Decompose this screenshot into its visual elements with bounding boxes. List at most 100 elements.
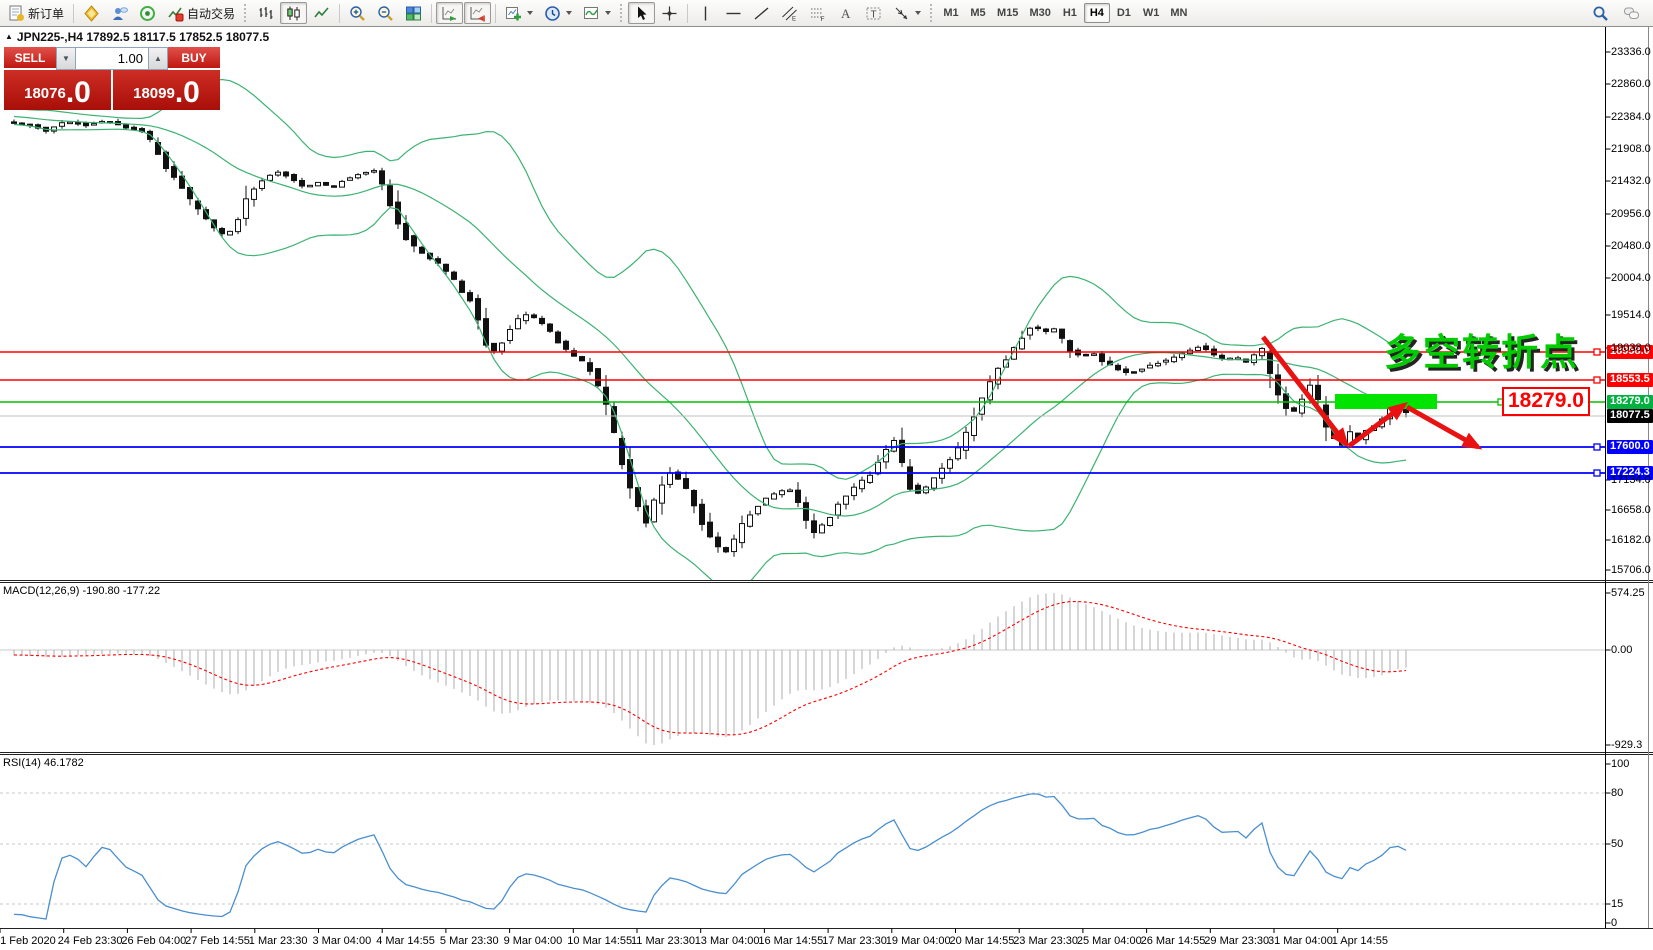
zoom-in-button[interactable] [344, 2, 371, 24]
timeframe-button-m1[interactable]: M1 [938, 3, 964, 23]
horizontal-line-icon [725, 5, 742, 22]
chart-window: 18958.018553.518279.018077.517600.017224… [0, 27, 1653, 950]
timeframe-button-w1[interactable]: W1 [1138, 3, 1165, 23]
new-order-button[interactable]: 新订单 [3, 2, 69, 24]
svg-text:F: F [821, 16, 825, 22]
auto-scroll-button[interactable] [436, 2, 463, 24]
timeframe-button-mn[interactable]: MN [1165, 3, 1192, 23]
vertical-line-tool-button[interactable] [692, 2, 719, 24]
dropdown-arrow-icon [566, 11, 572, 15]
timeframe-button-m5[interactable]: M5 [965, 3, 991, 23]
buy-button[interactable]: BUY [168, 47, 220, 70]
channel-tool-button[interactable]: E [776, 2, 803, 24]
profiles-button[interactable] [539, 2, 577, 24]
chart-line-button[interactable] [308, 2, 335, 24]
auto-trading-label: 自动交易 [187, 5, 235, 22]
svg-text:A: A [841, 6, 851, 21]
one-click-trade-panel: SELL ▼ ▲ BUY 18076.0 18099.0 [4, 47, 220, 110]
separator [431, 4, 432, 23]
turning-point-annotation: 多空转折点 [1384, 322, 1579, 376]
candles-chart-icon [285, 5, 302, 22]
zoom-out-icon [377, 5, 394, 22]
collapse-panel-arrow-icon[interactable]: ▲ [5, 32, 13, 41]
chart-canvas [0, 27, 1653, 950]
volume-input[interactable] [76, 47, 148, 70]
market-icon [139, 5, 156, 22]
buy-price-main: 18099 [133, 84, 175, 104]
bars-chart-icon [257, 5, 274, 22]
separator [339, 4, 340, 23]
trendline-tool-button[interactable] [748, 2, 775, 24]
chart-shift-icon [469, 5, 486, 22]
cursor-tool-button[interactable] [628, 2, 655, 24]
dropdown-arrow-icon [527, 11, 533, 15]
search-icon[interactable] [1592, 5, 1609, 22]
vertical-line-icon [697, 5, 714, 22]
volume-increase-button[interactable]: ▲ [148, 47, 168, 70]
chart-bars-button[interactable] [252, 2, 279, 24]
chat-icon[interactable] [1623, 5, 1640, 22]
cursor-icon [633, 5, 650, 22]
sell-price-main: 18076 [24, 84, 66, 104]
sell-button[interactable]: SELL [4, 47, 56, 70]
sell-price[interactable]: 18076.0 [4, 70, 113, 110]
new-order-label: 新订单 [28, 5, 64, 22]
toolbar-grip [244, 4, 248, 22]
metaeditor-button[interactable] [78, 2, 105, 24]
timeframe-group: M1M5M15M30H1H4D1W1MN [938, 3, 1192, 23]
terminal-icon [111, 5, 128, 22]
arrows-tool-button[interactable] [888, 2, 926, 24]
crosshair-icon [661, 5, 678, 22]
separator [687, 4, 688, 23]
separator [495, 4, 496, 23]
fibonacci-tool-button[interactable]: F [804, 2, 831, 24]
zoom-in-icon [349, 5, 366, 22]
equidistant-channel-icon: E [781, 5, 798, 22]
sell-price-pips: .0 [66, 79, 91, 107]
auto-trading-icon [167, 5, 184, 22]
timeframe-button-m15[interactable]: M15 [992, 3, 1023, 23]
horizontal-line-tool-button[interactable] [720, 2, 747, 24]
toolbar-grip [620, 4, 624, 22]
timeframe-button-h4[interactable]: H4 [1084, 3, 1110, 23]
separator [73, 4, 74, 23]
terminal-button[interactable] [106, 2, 133, 24]
new-order-icon [8, 5, 25, 22]
auto-scroll-icon [441, 5, 458, 22]
market-button[interactable] [134, 2, 161, 24]
text-label-tool-button[interactable]: T [860, 2, 887, 24]
new-chart-button[interactable] [500, 2, 538, 24]
auto-trading-button[interactable]: 自动交易 [162, 2, 240, 24]
zoom-out-button[interactable] [372, 2, 399, 24]
crosshair-tool-button[interactable] [656, 2, 683, 24]
dropdown-arrow-icon [605, 11, 611, 15]
text-icon: A [837, 5, 854, 22]
indicators-button[interactable] [578, 2, 616, 24]
arrow-objects-icon [893, 5, 910, 22]
buy-price-pips: .0 [175, 79, 200, 107]
metaeditor-icon [83, 5, 100, 22]
text-label-icon: T [865, 5, 882, 22]
indicators-icon [583, 5, 600, 22]
toolbar-right [1592, 5, 1650, 22]
timeframe-button-h1[interactable]: H1 [1057, 3, 1083, 23]
fibonacci-icon: F [809, 5, 826, 22]
text-tool-button[interactable]: A [832, 2, 859, 24]
timeframe-button-d1[interactable]: D1 [1111, 3, 1137, 23]
volume-decrease-button[interactable]: ▼ [56, 47, 76, 70]
ohlc-values: 17892.5 18117.5 17852.5 18077.5 [86, 30, 269, 44]
rsi-indicator-label: RSI(14) 46.1782 [3, 757, 84, 769]
toolbar: 新订单 自动交易 [0, 0, 1653, 27]
new-chart-icon [505, 5, 522, 22]
trendline-icon [753, 5, 770, 22]
dropdown-arrow-icon [915, 11, 921, 15]
chart-shift-button[interactable] [464, 2, 491, 24]
chart-candles-button[interactable] [280, 2, 307, 24]
buy-price[interactable]: 18099.0 [113, 70, 220, 110]
symbol-title: JPN225-,H4 [17, 30, 83, 44]
svg-text:T: T [871, 9, 877, 20]
toolbar-grip [930, 4, 934, 22]
timeframe-button-m30[interactable]: M30 [1024, 3, 1055, 23]
tile-windows-button[interactable] [400, 2, 427, 24]
macd-indicator-label: MACD(12,26,9) -190.80 -177.22 [3, 585, 160, 597]
